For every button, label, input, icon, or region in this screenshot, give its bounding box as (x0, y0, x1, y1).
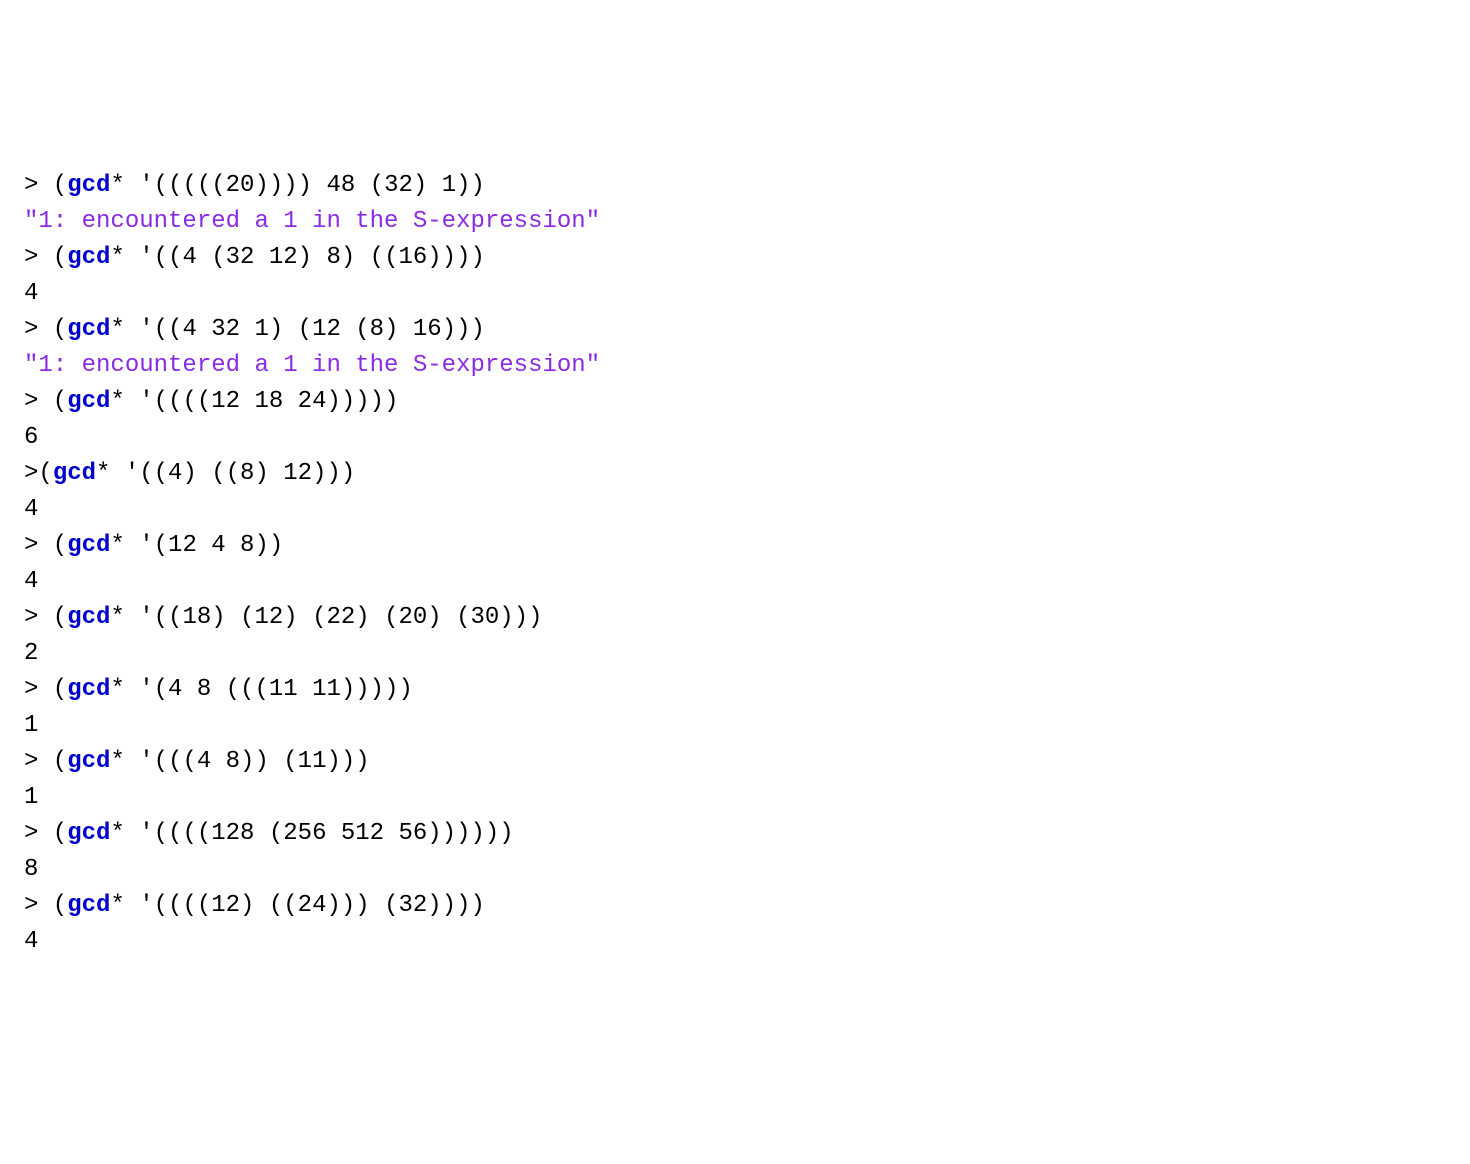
repl-line: 1 (24, 708, 1446, 744)
repl-line: 2 (24, 636, 1446, 672)
repl-line: 4 (24, 492, 1446, 528)
input-suffix: * '(((4 8)) (11))) (110, 748, 369, 775)
repl-line: > (gcd* '(4 8 (((11 11))))) (24, 672, 1446, 708)
function-name: gcd (67, 676, 110, 703)
repl-line: "1: encountered a 1 in the S-expression" (24, 348, 1446, 384)
numeric-output: 4 (24, 280, 38, 307)
repl-line: 8 (24, 852, 1446, 888)
repl-line: 4 (24, 564, 1446, 600)
numeric-output: 6 (24, 424, 38, 451)
repl-line: 4 (24, 924, 1446, 960)
function-name: gcd (67, 532, 110, 559)
prompt-prefix: >( (24, 460, 53, 487)
function-name: gcd (67, 892, 110, 919)
string-output: "1: encountered a 1 in the S-expression" (24, 208, 600, 235)
repl-line: "1: encountered a 1 in the S-expression" (24, 204, 1446, 240)
repl-line: > (gcd* '((4 32 1) (12 (8) 16))) (24, 312, 1446, 348)
input-suffix: * '((18) (12) (22) (20) (30))) (110, 604, 542, 631)
repl-line: > (gcd* '((((12) ((24))) (32)))) (24, 888, 1446, 924)
input-suffix: * '(((((20)))) 48 (32) 1)) (110, 172, 484, 199)
repl-line: > (gcd* '((18) (12) (22) (20) (30))) (24, 600, 1446, 636)
input-suffix: * '((((12) ((24))) (32)))) (110, 892, 484, 919)
input-suffix: * '((((128 (256 512 56)))))) (110, 820, 513, 847)
repl-line: 1 (24, 780, 1446, 816)
input-suffix: * '(4 8 (((11 11))))) (110, 676, 412, 703)
repl-line: 4 (24, 276, 1446, 312)
input-suffix: * '((4) ((8) 12))) (96, 460, 355, 487)
repl-line: > (gcd* '(((4 8)) (11))) (24, 744, 1446, 780)
string-output: "1: encountered a 1 in the S-expression" (24, 352, 600, 379)
numeric-output: 4 (24, 496, 38, 523)
repl-line: > (gcd* '((4 (32 12) 8) ((16)))) (24, 240, 1446, 276)
repl-line: 6 (24, 420, 1446, 456)
numeric-output: 4 (24, 928, 38, 955)
function-name: gcd (67, 316, 110, 343)
repl-line: >(gcd* '((4) ((8) 12))) (24, 456, 1446, 492)
input-suffix: * '((4 32 1) (12 (8) 16))) (110, 316, 484, 343)
prompt-prefix: > ( (24, 172, 67, 199)
function-name: gcd (67, 244, 110, 271)
prompt-prefix: > ( (24, 604, 67, 631)
prompt-prefix: > ( (24, 532, 67, 559)
function-name: gcd (53, 460, 96, 487)
input-suffix: * '((((12 18 24))))) (110, 388, 398, 415)
numeric-output: 4 (24, 568, 38, 595)
repl-line: > (gcd* '(((((20)))) 48 (32) 1)) (24, 168, 1446, 204)
function-name: gcd (67, 604, 110, 631)
numeric-output: 8 (24, 856, 38, 883)
repl-line: > (gcd* '((((12 18 24))))) (24, 384, 1446, 420)
repl-line: > (gcd* '(12 4 8)) (24, 528, 1446, 564)
input-suffix: * '((4 (32 12) 8) ((16)))) (110, 244, 484, 271)
function-name: gcd (67, 172, 110, 199)
input-suffix: * '(12 4 8)) (110, 532, 283, 559)
function-name: gcd (67, 748, 110, 775)
repl-line: > (gcd* '((((128 (256 512 56)))))) (24, 816, 1446, 852)
prompt-prefix: > ( (24, 820, 67, 847)
numeric-output: 1 (24, 712, 38, 739)
repl-output: > (gcd* '(((((20)))) 48 (32) 1))"1: enco… (24, 168, 1446, 960)
prompt-prefix: > ( (24, 316, 67, 343)
function-name: gcd (67, 388, 110, 415)
prompt-prefix: > ( (24, 244, 67, 271)
function-name: gcd (67, 820, 110, 847)
prompt-prefix: > ( (24, 748, 67, 775)
prompt-prefix: > ( (24, 388, 67, 415)
prompt-prefix: > ( (24, 676, 67, 703)
prompt-prefix: > ( (24, 892, 67, 919)
numeric-output: 1 (24, 784, 38, 811)
numeric-output: 2 (24, 640, 38, 667)
